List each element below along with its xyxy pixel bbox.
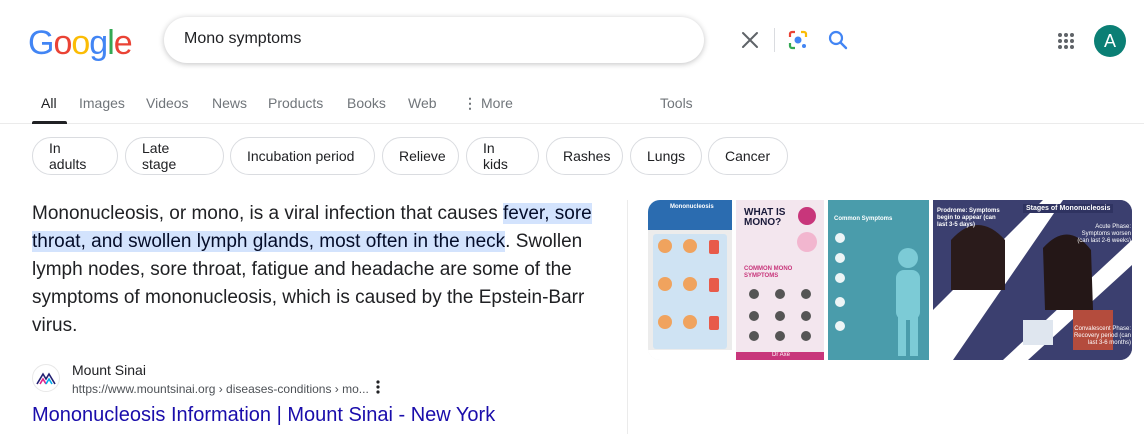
search-box[interactable]: Mono symptoms	[164, 17, 848, 63]
mount-sinai-favicon	[32, 364, 60, 392]
tab-books[interactable]: Books	[347, 95, 386, 111]
tab-news[interactable]: News	[212, 95, 247, 111]
image-3-title: Common Symptoms	[834, 216, 893, 222]
search-divider	[774, 28, 775, 52]
chip-lungs[interactable]: Lungs	[630, 137, 702, 175]
featured-snippet: Mononucleosis, or mono, is a viral infec…	[32, 200, 602, 340]
lens-icon[interactable]	[778, 17, 818, 63]
chip-incubation-period[interactable]: Incubation period	[230, 137, 375, 175]
logo-letter: e	[113, 24, 133, 62]
tab-products[interactable]: Products	[268, 95, 323, 111]
image-4-title: Stages of Mononucleosis	[1023, 204, 1114, 213]
site-name: Mount Sinai	[72, 362, 146, 378]
chip-cancer[interactable]: Cancer	[708, 137, 788, 175]
logo-letter: G	[28, 24, 54, 62]
google-logo[interactable]: Google	[28, 24, 133, 63]
tab-more[interactable]: ⋮ More	[463, 95, 513, 112]
tab-more-label: More	[481, 95, 513, 111]
more-vert-icon: ⋮	[463, 95, 477, 111]
image-4-convalescent: Convalescent Phase: Recovery period (can…	[1073, 326, 1131, 346]
logo-letter: g	[89, 24, 108, 62]
image-result-2[interactable]: WHAT IS MONO? COMMON MONO SYMPTOMS Dr Ax…	[736, 200, 824, 360]
image-result-4[interactable]: Prodrome: Symptoms begin to appear (can …	[933, 200, 1132, 360]
chip-relieve[interactable]: Relieve	[382, 137, 459, 175]
apps-grid-icon[interactable]	[1052, 27, 1080, 55]
more-options-icon[interactable]	[376, 380, 380, 399]
snippet-text: Mononucleosis, or mono, is a viral infec…	[32, 203, 504, 224]
image-result-1[interactable]: Mononucleosis	[648, 200, 732, 360]
avatar[interactable]: A	[1094, 25, 1126, 57]
active-tab-indicator	[32, 121, 67, 124]
image-2-title: WHAT IS MONO?	[744, 207, 786, 228]
search-icon[interactable]	[818, 17, 858, 63]
tab-tools[interactable]: Tools	[660, 95, 693, 111]
clear-icon[interactable]	[730, 17, 770, 63]
result-title-link[interactable]: Mononucleosis Information | Mount Sinai …	[32, 404, 495, 427]
image-2-subtitle: COMMON MONO SYMPTOMS	[744, 266, 793, 279]
logo-letter: o	[71, 24, 90, 62]
chip-in-kids[interactable]: In kids	[466, 137, 539, 175]
chip-rashes[interactable]: Rashes	[546, 137, 623, 175]
site-url: https://www.mountsinai.org › diseases-co…	[72, 382, 369, 396]
image-1-title: Mononucleosis	[670, 204, 714, 210]
tab-web[interactable]: Web	[408, 95, 437, 111]
tab-images[interactable]: Images	[79, 95, 125, 111]
image-result-3[interactable]: Common Symptoms	[828, 200, 929, 360]
column-divider	[627, 200, 628, 434]
chip-late-stage[interactable]: Late stage	[125, 137, 224, 175]
tab-videos[interactable]: Videos	[146, 95, 189, 111]
search-input[interactable]: Mono symptoms	[184, 30, 301, 48]
image-4-acute: Acute Phase: Symptoms worsen (can last 2…	[1077, 224, 1131, 244]
chip-in-adults[interactable]: In adults	[32, 137, 118, 175]
tab-all[interactable]: All	[41, 95, 57, 111]
image-results: Mononucleosis WHAT IS MONO? COMMON MONO …	[648, 200, 1132, 360]
search-tabs: All Images Videos News Products Books We…	[0, 86, 1144, 124]
image-4-prodrome: Prodrome: Symptoms begin to appear (can …	[937, 208, 1000, 228]
logo-letter: o	[53, 24, 72, 62]
image-2-footer: Dr Axe	[772, 352, 791, 358]
